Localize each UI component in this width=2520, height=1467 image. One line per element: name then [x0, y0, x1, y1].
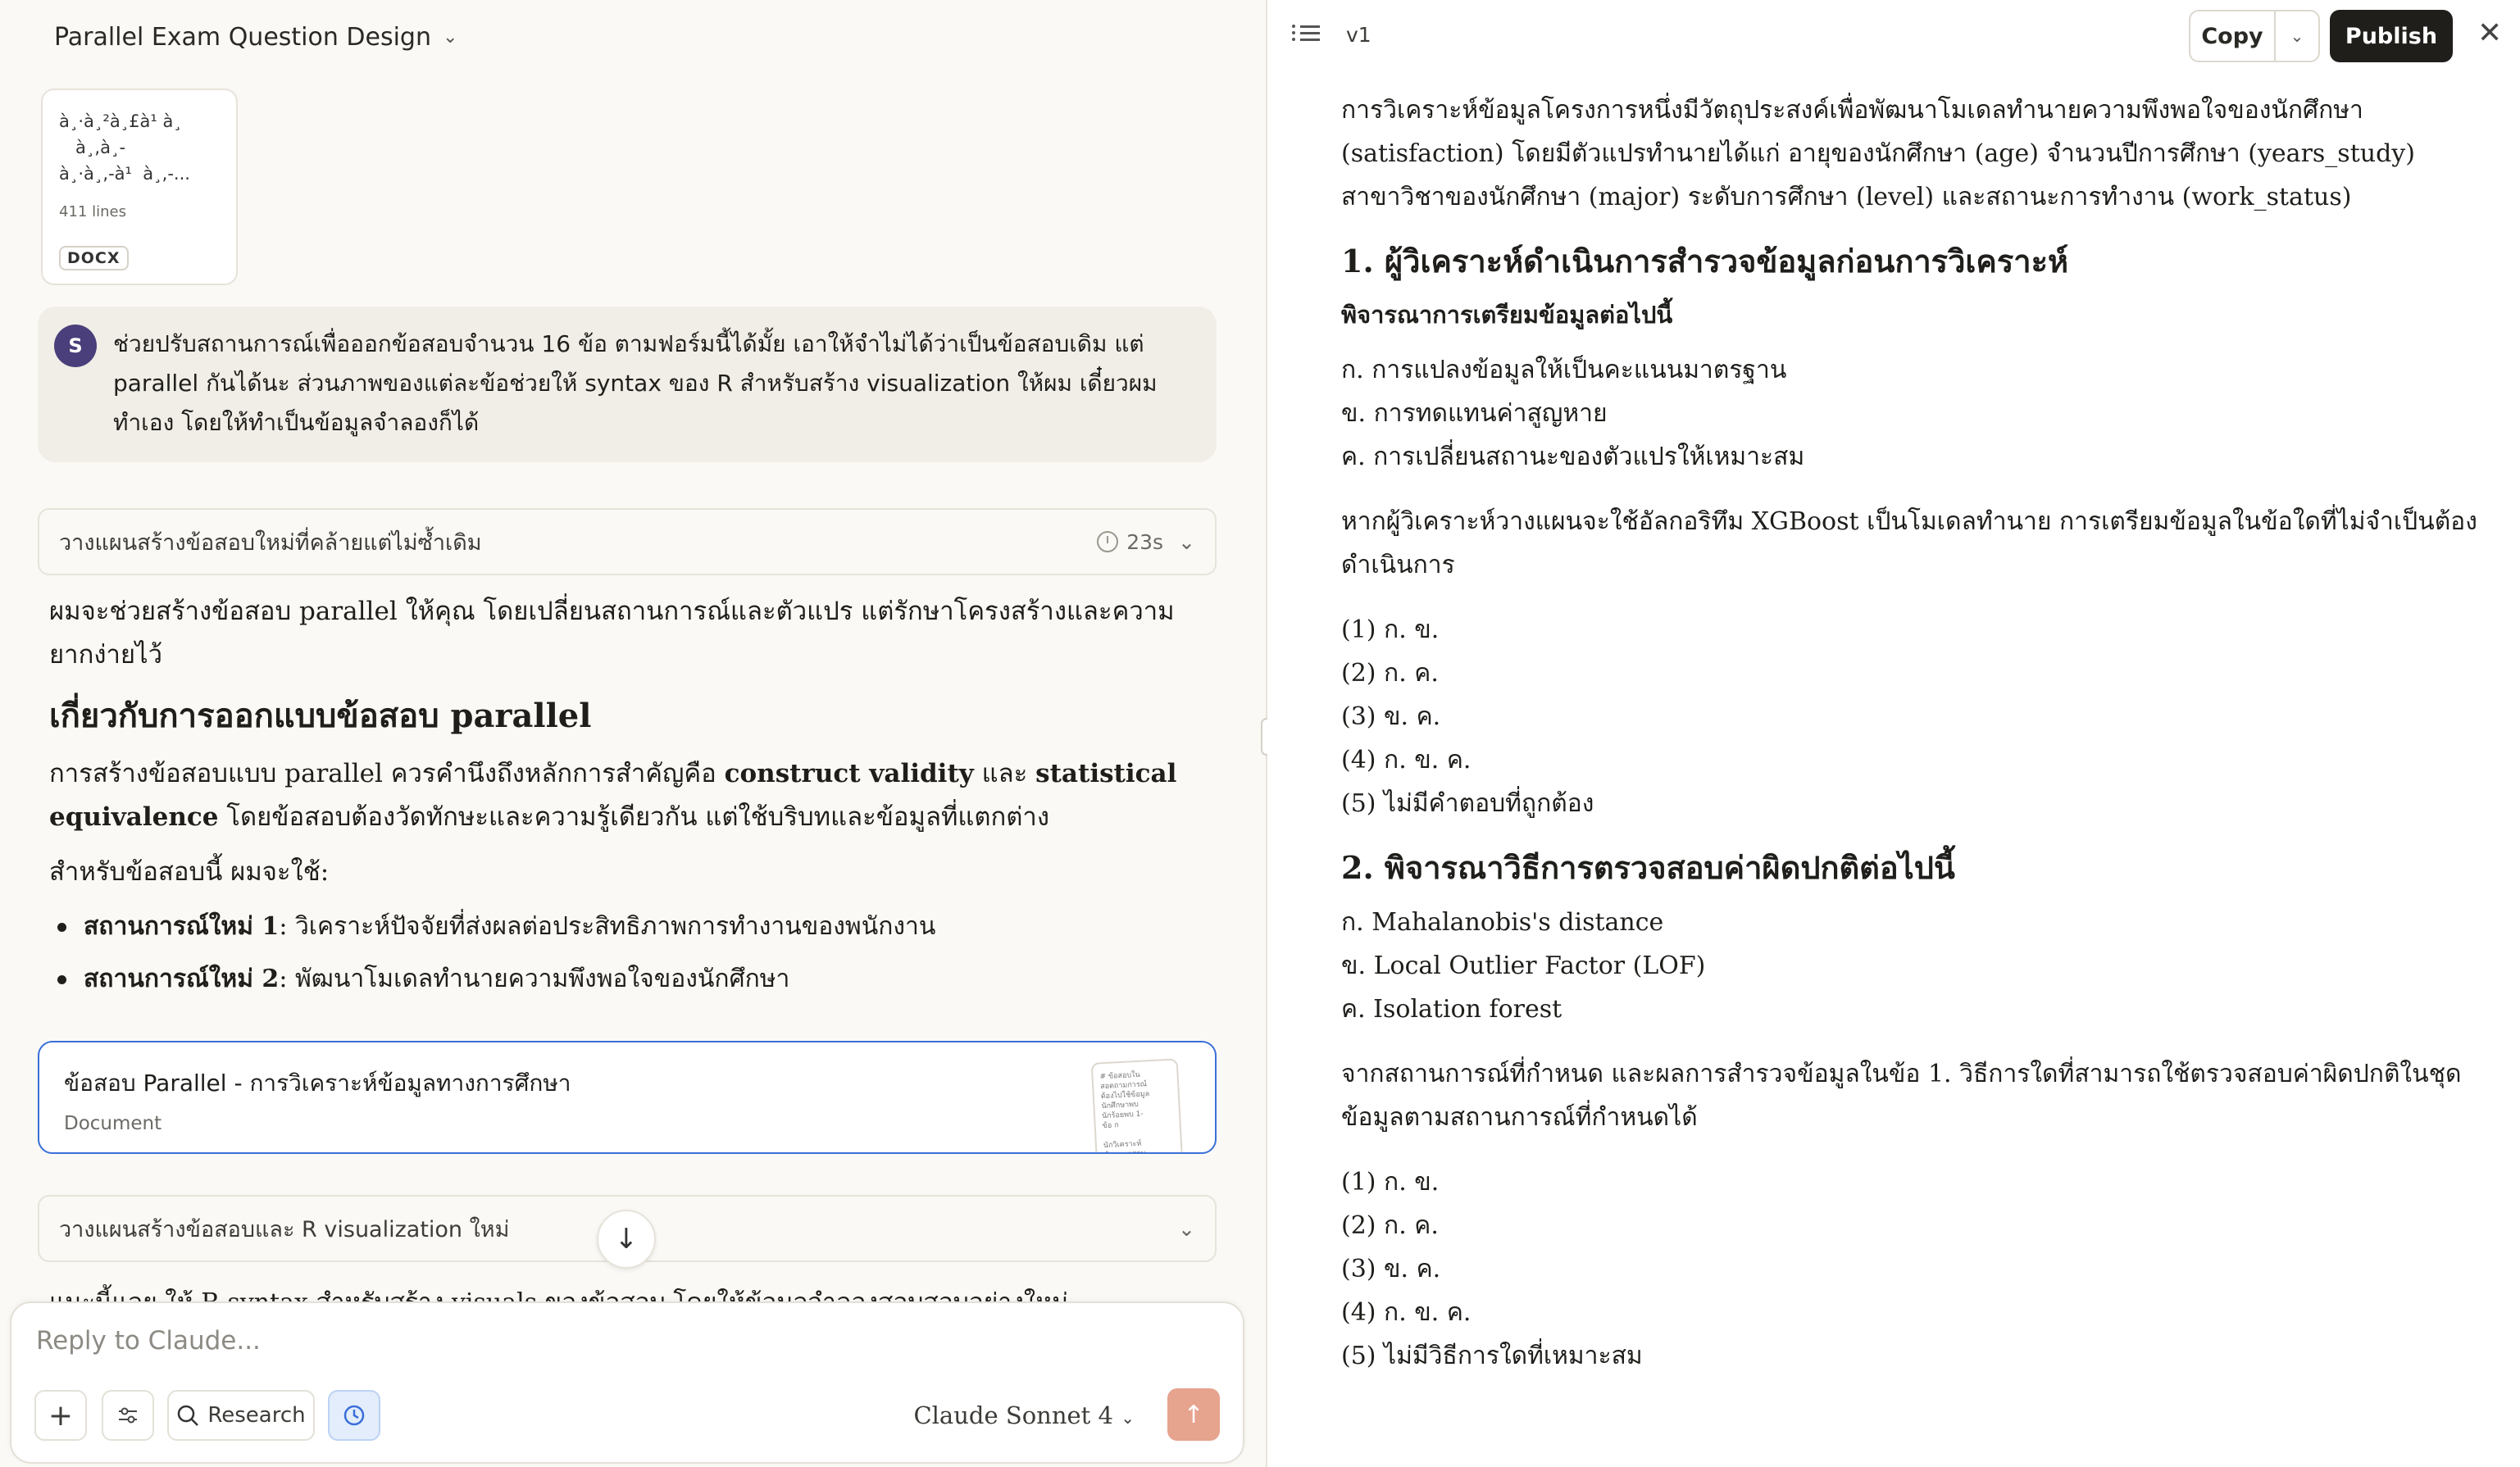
artifact-pane: v1 Copy ⌄ Publish ✕ การวิเคราะห์ข้อมูลโค… — [1267, 0, 2520, 1467]
model-selector[interactable]: Claude Sonnet 4 ⌄ — [913, 1401, 1135, 1429]
research-label: Research — [207, 1403, 306, 1428]
q2-stem: จากสถานการณ์ที่กำหนด และผลการสำรวจข้อมูล… — [1341, 1060, 2462, 1132]
q1-item: ค. การเปลี่ยนสถานะของตัวแปรให้เหมาะสม — [1341, 443, 1805, 471]
artifact-type: Document — [64, 1113, 162, 1134]
q1-subtitle: พิจารณาการเตรียมข้อมูลต่อไปนี้ — [1341, 301, 1673, 329]
chat-title-menu[interactable]: Parallel Exam Question Design ⌄ — [54, 18, 457, 56]
q1-choice: (5) ไม่มีคำตอบที่ถูกต้อง — [1341, 789, 1594, 818]
plus-icon: + — [48, 1398, 74, 1433]
q1-choice: (4) ก. ข. ค. — [1341, 746, 1472, 774]
chevron-down-icon: ⌄ — [443, 26, 458, 48]
copy-options-button[interactable]: ⌄ — [2276, 11, 2318, 61]
assistant-heading: เกี่ยวกับการออกแบบข้อสอบ parallel — [49, 697, 592, 735]
artifact-thumbnail: # ข้อสอบใน สอดถามการณ์ ต้องไปใช้ข้อมูล น… — [1090, 1058, 1184, 1152]
artifact-document: การวิเคราะห์ข้อมูลโครงการหนึ่งมีวัตถุประ… — [1341, 89, 2481, 1378]
thinking-summary-1[interactable]: วางแผนสร้างข้อสอบใหม่ที่คล้ายแต่ไม่ซ้ำเด… — [38, 508, 1217, 575]
q2-choice: (4) ก. ข. ค. — [1341, 1298, 1472, 1327]
scroll-to-bottom-button[interactable]: ↓ — [597, 1210, 656, 1269]
chevron-down-icon: ⌄ — [2290, 26, 2304, 46]
artifact-card[interactable]: ข้อสอบ Parallel - การวิเคราะห์ข้อมูลทางก… — [38, 1041, 1217, 1154]
q2-choice: (1) ก. ข. — [1341, 1168, 1440, 1197]
close-icon[interactable]: ✕ — [2477, 16, 2502, 50]
scenario-list: สถานการณ์ใหม่ 1: วิเคราะห์ปัจจัยที่ส่งผล… — [49, 901, 1180, 1006]
add-button[interactable]: + — [34, 1390, 87, 1441]
attachment-preview: à¸·à¸²à¸£à¹ à¸ à¸,à¸- à¸·à¸,-à¹ à¸,-... — [59, 111, 190, 184]
doc-intro: การวิเคราะห์ข้อมูลโครงการหนึ่งมีวัตถุประ… — [1341, 96, 2415, 211]
chevron-down-icon: ⌄ — [1178, 529, 1195, 554]
q2-item: ก. Mahalanobis's distance — [1341, 908, 1664, 937]
artifact-title: ข้อสอบ Parallel - การวิเคราะห์ข้อมูลทางก… — [64, 1070, 571, 1097]
sliders-icon — [119, 1407, 137, 1424]
q1-choice: (1) ก. ข. — [1341, 615, 1440, 644]
artifact-toolbar: v1 Copy ⌄ Publish ✕ — [1267, 0, 2520, 72]
attachment-card[interactable]: à¸·à¸²à¸£à¹ à¸ à¸,à¸- à¸·à¸,-à¹ à¸,-... … — [41, 89, 238, 285]
list-item: สถานการณ์ใหม่ 1: วิเคราะห์ปัจจัยที่ส่งผล… — [49, 901, 1180, 953]
chat-pane: Parallel Exam Question Design ⌄ à¸·à¸²à¸… — [0, 0, 1266, 1467]
q1-item: ข. การทดแทนค่าสูญหาย — [1341, 399, 1608, 428]
list-item: สถานการณ์ใหม่ 2: พัฒนาโมเดลทำนายความพึงพ… — [49, 953, 1180, 1006]
assistant-message: ผมจะช่วยสร้างข้อสอบ parallel ให้คุณ โดยเ… — [49, 590, 1180, 1006]
q1-choice: (2) ก. ค. — [1341, 659, 1439, 688]
q1-choice: (3) ข. ค. — [1341, 702, 1441, 731]
q2-choice: (5) ไม่มีวิธีการใดที่เหมาะสม — [1341, 1342, 1643, 1370]
copy-button[interactable]: Copy — [2190, 11, 2276, 61]
extended-thinking-toggle[interactable] — [328, 1390, 380, 1441]
q1-stem: หากผู้วิเคราะห์วางแผนจะใช้อัลกอริทึม XGB… — [1341, 507, 2477, 579]
publish-button[interactable]: Publish — [2330, 10, 2453, 62]
clock-icon — [343, 1405, 365, 1426]
user-message-text: ช่วยปรับสถานการณ์เพื่อออกข้อสอบจำนวน 16 … — [113, 330, 1158, 436]
assistant-intro: ผมจะช่วยสร้างข้อสอบ parallel ให้คุณ โดยเ… — [49, 597, 1175, 670]
assistant-for-this: สำหรับข้อสอบนี้ ผมจะใช้: — [49, 857, 330, 887]
q2-item: ข. Local Outlier Factor (LOF) — [1341, 952, 1706, 980]
user-avatar: S — [54, 325, 97, 367]
thinking-label: วางแผนสร้างข้อสอบและ R visualization ใหม… — [59, 1216, 510, 1242]
arrow-up-icon: ↑ — [1183, 1400, 1204, 1429]
send-button[interactable]: ↑ — [1167, 1388, 1220, 1441]
arrow-down-icon: ↓ — [614, 1223, 639, 1256]
q2-choice: (3) ข. ค. — [1341, 1255, 1441, 1283]
clock-icon — [1097, 531, 1119, 552]
q2-choice: (2) ก. ค. — [1341, 1211, 1439, 1240]
research-button[interactable]: Research — [167, 1390, 315, 1441]
thinking-label: วางแผนสร้างข้อสอบใหม่ที่คล้ายแต่ไม่ซ้ำเด… — [59, 529, 482, 556]
q1-title: 1. ผู้วิเคราะห์ดำเนินการสำรวจข้อมูลก่อนก… — [1341, 243, 2069, 279]
assistant-paragraph: การสร้างข้อสอบแบบ parallel ควรคำนึงถึงหล… — [49, 759, 1177, 832]
copy-button-group: Copy ⌄ — [2189, 10, 2320, 62]
version-label[interactable]: v1 — [1346, 23, 1371, 47]
user-message: S ช่วยปรับสถานการณ์เพื่อออกข้อสอบจำนวน 1… — [38, 307, 1217, 462]
attachment-type-badge: DOCX — [59, 246, 129, 270]
tools-button[interactable] — [102, 1390, 154, 1441]
q2-title: 2. พิจารณาวิธีการตรวจสอบค่าผิดปกติต่อไปน… — [1341, 849, 1955, 886]
composer: Reply to Claude... + Research Claude Son… — [10, 1301, 1244, 1464]
list-icon[interactable] — [1292, 21, 1320, 46]
search-icon — [178, 1405, 199, 1426]
chat-title: Parallel Exam Question Design — [54, 22, 431, 52]
chevron-down-icon: ⌄ — [1121, 1408, 1135, 1428]
q2-item: ค. Isolation forest — [1341, 995, 1562, 1024]
q1-item: ก. การแปลงข้อมูลให้เป็นคะแนนมาตรฐาน — [1341, 356, 1787, 384]
thinking-duration: 23s — [1126, 529, 1164, 554]
attachment-line-count: 411 lines — [59, 203, 126, 220]
reply-input[interactable]: Reply to Claude... — [36, 1326, 261, 1356]
chevron-down-icon: ⌄ — [1178, 1216, 1195, 1241]
